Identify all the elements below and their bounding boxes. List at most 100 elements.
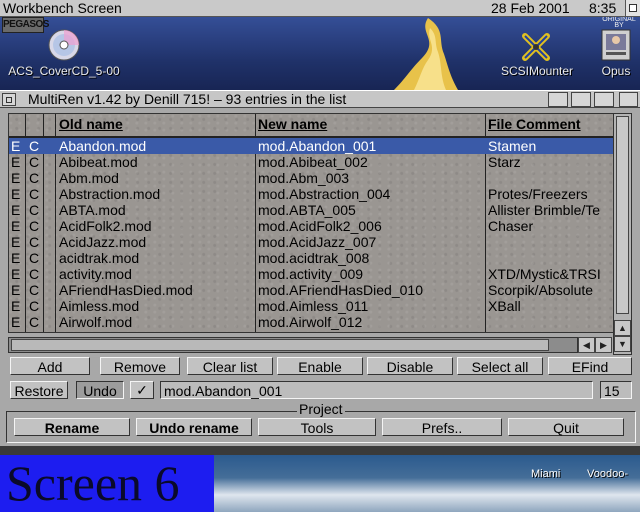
- table-row[interactable]: E C Abandon.mod mod.Abandon_001 Stamen: [9, 138, 613, 154]
- cell-new: mod.acidtrak_008: [258, 250, 370, 266]
- column-header-old-name[interactable]: Old name: [59, 114, 123, 136]
- cell-f1: E: [11, 234, 21, 250]
- desktop-icon-opus[interactable]: Opus: [596, 28, 636, 78]
- table-row[interactable]: E C AFriendHasDied.mod mod.AFriendHasDied_0…: [9, 282, 613, 298]
- table-row[interactable]: E C AcidFolk2.mod mod.AcidFolk2_006 Chaser: [9, 218, 613, 234]
- cell-f1: E: [11, 298, 21, 314]
- cell-new: mod.AFriendHasDied_010: [258, 282, 423, 298]
- cell-new: mod.Airwolf_012: [258, 314, 363, 330]
- cell-f1: E: [11, 154, 21, 170]
- horizontal-scrollbar[interactable]: [8, 337, 578, 353]
- cell-new: mod.Abandon_001: [258, 138, 377, 154]
- desktop-icon-label: SCSIMounter: [500, 64, 574, 78]
- enable-button[interactable]: Enable: [277, 357, 363, 375]
- table-row[interactable]: E C Aimless.mod mod.Aimless_011 XBall: [9, 298, 613, 314]
- confirm-checkbox[interactable]: ✓: [130, 381, 154, 399]
- cell-new: mod.Abibeat_002: [258, 154, 368, 170]
- window-bottom-border: [0, 446, 640, 455]
- table-row[interactable]: E C Abm.mod mod.Abm_003: [9, 170, 613, 186]
- undo-button[interactable]: Undo: [76, 381, 124, 399]
- cell-f1: E: [11, 266, 21, 282]
- number-input[interactable]: 15: [600, 381, 632, 399]
- table-row[interactable]: E C Airwolf.mod mod.Airwolf_012: [9, 314, 613, 330]
- screen-depth-gadget[interactable]: [625, 0, 640, 16]
- select-all-button[interactable]: Select all: [457, 357, 543, 375]
- cell-f2: C: [29, 282, 40, 298]
- multiren-window: MultiRen v1.42 by Denill 715! – 93 entri…: [0, 90, 640, 447]
- table-row[interactable]: E C Abstraction.mod mod.Abstraction_004 Prot…: [9, 186, 613, 202]
- new-name-input[interactable]: mod.Abandon_001: [160, 381, 593, 399]
- bottom-icon-miami[interactable]: Miami: [531, 468, 560, 480]
- window-depth-button[interactable]: [619, 92, 638, 107]
- project-group-label: Project: [297, 401, 345, 417]
- opus-icon: [601, 29, 631, 61]
- window-title: MultiRen v1.42 by Denill 715! – 93 entri…: [28, 91, 347, 107]
- cell-old: activity.mod: [59, 266, 132, 282]
- cell-f2: C: [29, 234, 40, 250]
- cell-f1: E: [11, 218, 21, 234]
- bottom-icon-voodoo[interactable]: Voodoo-: [587, 468, 628, 480]
- desktop-icon-label: ACS_CoverCD_5-00: [8, 64, 120, 78]
- clear-list-button[interactable]: Clear list: [187, 357, 273, 375]
- tools-button[interactable]: Tools: [258, 418, 376, 436]
- screen-clock: 8:35: [589, 0, 617, 16]
- cell-f1: E: [11, 138, 21, 154]
- column-header-file-comment[interactable]: File Comment: [488, 114, 581, 136]
- desktop-icon-acs-covercd[interactable]: ACS_CoverCD_5-00: [2, 28, 126, 78]
- table-row[interactable]: E C Abibeat.mod mod.Abibeat_002 Starz: [9, 154, 613, 170]
- cell-f2: C: [29, 266, 40, 282]
- undo-rename-button[interactable]: Undo rename: [136, 418, 252, 436]
- cell-f1: E: [11, 250, 21, 266]
- horizontal-scroll-knob[interactable]: [11, 339, 549, 351]
- desktop-icon-scsimounter[interactable]: SCSIMounter: [496, 30, 578, 78]
- cell-old: Abm.mod: [59, 170, 119, 186]
- scroll-up-arrow-icon[interactable]: ▲: [614, 320, 631, 336]
- restore-button[interactable]: Restore: [10, 381, 68, 399]
- table-row[interactable]: E C AcidJazz.mod mod.AcidJazz_007: [9, 234, 613, 250]
- window-close-button[interactable]: [2, 93, 16, 106]
- cell-comment: XBall: [488, 298, 521, 314]
- cell-comment: Stamen: [488, 138, 537, 154]
- quit-button[interactable]: Quit: [508, 418, 624, 436]
- cell-old: Airwolf.mod: [59, 314, 133, 330]
- table-row[interactable]: E Cacidtrak.mod mod.acidtrak_008: [9, 250, 613, 266]
- cell-f2: C: [29, 154, 40, 170]
- cell-f2: C: [29, 170, 40, 186]
- efind-button[interactable]: EFind: [548, 357, 632, 375]
- vertical-scroll-knob[interactable]: [616, 116, 629, 314]
- cell-new: mod.AcidFolk2_006: [258, 218, 382, 234]
- cell-old: Abstraction.mod: [59, 186, 161, 202]
- window-iconify-button[interactable]: [548, 92, 568, 107]
- scroll-right-arrow-icon[interactable]: ▶: [595, 337, 612, 353]
- scroll-down-arrow-icon[interactable]: ▼: [614, 336, 631, 352]
- screen-title: Workbench Screen: [3, 0, 122, 16]
- cell-f2: C: [29, 186, 40, 202]
- cell-f1: E: [11, 282, 21, 298]
- column-header-new-name[interactable]: New name: [258, 114, 327, 136]
- remove-button[interactable]: Remove: [100, 357, 180, 375]
- add-button[interactable]: Add: [10, 357, 90, 375]
- cell-f1: E: [11, 314, 21, 330]
- file-list[interactable]: Old name New name File Comment E C Abandon…: [8, 113, 614, 333]
- table-row[interactable]: E Cactivity.mod mod.activity_009 XTD/Mystic…: [9, 266, 613, 282]
- prefs-button[interactable]: Prefs..: [382, 418, 502, 436]
- screen-date: 28 Feb 2001: [491, 0, 570, 16]
- cell-f2: C: [29, 138, 40, 154]
- cell-new: mod.Abstraction_004: [258, 186, 391, 202]
- cell-comment: Scorpik/Absolute: [488, 282, 594, 298]
- cell-f1: E: [11, 186, 21, 202]
- vertical-scrollbar[interactable]: ▲ ▼: [613, 113, 632, 355]
- window-snapshot-button[interactable]: [571, 92, 591, 107]
- window-zoom-button[interactable]: [594, 92, 614, 107]
- scroll-left-arrow-icon[interactable]: ◀: [578, 337, 595, 353]
- cell-new: mod.Abm_003: [258, 170, 350, 186]
- list-header: Old name New name File Comment: [9, 114, 613, 138]
- window-title-bar[interactable]: MultiRen v1.42 by Denill 715! – 93 entri…: [0, 91, 640, 108]
- cell-new: mod.AcidJazz_007: [258, 234, 377, 250]
- screen-title-bar: Workbench Screen 28 Feb 2001 8:35: [0, 0, 640, 17]
- disable-button[interactable]: Disable: [367, 357, 453, 375]
- cell-comment: Allister Brimble/Te: [488, 202, 601, 218]
- table-row[interactable]: E C ABTA.mod mod.ABTA_005 Allister Brimble/T…: [9, 202, 613, 218]
- cell-comment: Chaser: [488, 218, 534, 234]
- rename-button[interactable]: Rename: [14, 418, 130, 436]
